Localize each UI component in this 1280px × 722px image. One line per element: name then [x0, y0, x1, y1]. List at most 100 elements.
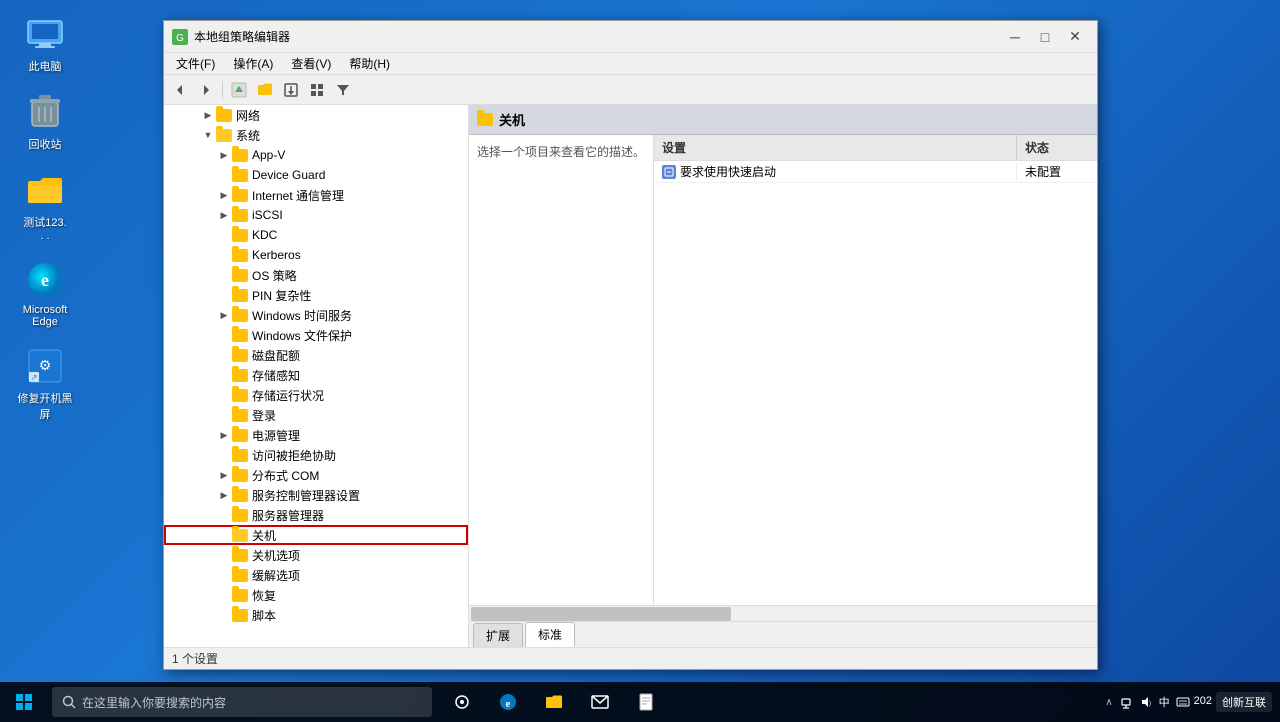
tab-expand[interactable]: 扩展 [473, 623, 523, 647]
edge-icon[interactable]: e MicrosoftEdge [10, 256, 80, 332]
tree-item-script[interactable]: 脚本 [164, 605, 468, 625]
expand-network[interactable]: ▶ [200, 107, 216, 123]
back-button[interactable] [168, 78, 192, 102]
tree-item-network[interactable]: ▶ 网络 [164, 105, 468, 125]
expand-windows-time[interactable]: ▶ [216, 307, 232, 323]
settings-panel: 设置 状态 [654, 135, 1097, 605]
settings-col-name[interactable]: 设置 [654, 135, 1017, 160]
search-bar[interactable]: 在这里输入你要搜索的内容 [52, 687, 432, 717]
watermark-text: 创新互联 [1222, 694, 1266, 710]
tree-label-internet-comm: Internet 通信管理 [252, 187, 344, 204]
tree-item-pin[interactable]: PIN 复杂性 [164, 285, 468, 305]
tree-item-system[interactable]: ▼ 系统 [164, 125, 468, 145]
filter-button[interactable] [331, 78, 355, 102]
up-button[interactable] [227, 78, 251, 102]
tree-item-distributed-com[interactable]: ▶ 分布式 COM [164, 465, 468, 485]
forward-button[interactable] [194, 78, 218, 102]
maximize-button[interactable]: □ [1031, 27, 1059, 47]
tree-item-iscsi[interactable]: ▶ iSCSI [164, 205, 468, 225]
tab-standard[interactable]: 标准 [525, 622, 575, 647]
toolbar [164, 75, 1097, 105]
tree-item-kdc[interactable]: KDC [164, 225, 468, 245]
menu-help[interactable]: 帮助(H) [341, 53, 398, 74]
tree-panel[interactable]: ▶ 网络 ▼ 系统 ▶ App-V Devi [164, 105, 469, 647]
taskbar-edge-btn[interactable]: e [486, 682, 530, 722]
tree-item-appv[interactable]: ▶ App-V [164, 145, 468, 165]
tree-label-mitigation: 缓解选项 [252, 567, 300, 584]
tree-item-kerberos[interactable]: Kerberos [164, 245, 468, 265]
expand-appv[interactable]: ▶ [216, 147, 232, 163]
expand-power[interactable]: ▶ [216, 427, 232, 443]
tree-label-windows-time: Windows 时间服务 [252, 307, 352, 324]
search-placeholder: 在这里输入你要搜索的内容 [82, 694, 226, 711]
folder-internet-comm-icon [232, 189, 248, 202]
menu-view[interactable]: 查看(V) [283, 53, 339, 74]
expand-internet-comm[interactable]: ▶ [216, 187, 232, 203]
bottom-tabs: 扩展 标准 [469, 621, 1097, 647]
tree-item-storage-sense[interactable]: 存储感知 [164, 365, 468, 385]
close-button[interactable]: ✕ [1061, 27, 1089, 47]
tree-item-power[interactable]: ▶ 电源管理 [164, 425, 468, 445]
tree-item-storage-run[interactable]: 存储运行状况 [164, 385, 468, 405]
folder-storage-run-icon [232, 389, 248, 402]
export-button[interactable] [279, 78, 303, 102]
tree-label-iscsi: iSCSI [252, 208, 283, 222]
shortcut-icon[interactable]: ⚙ ↗ 修复开机黑屏 [10, 342, 80, 426]
desktop-icons: 此电脑 回收站 测试123.. [10, 10, 80, 426]
sys-tray-up-arrow[interactable]: ∧ [1105, 697, 1112, 708]
test-folder-icon[interactable]: 测试123.. . [10, 166, 80, 246]
tree-item-internet-comm[interactable]: ▶ Internet 通信管理 [164, 185, 468, 205]
this-pc-label: 此电脑 [29, 58, 62, 74]
taskbar-multiview-btn[interactable] [440, 682, 484, 722]
folder-kdc-icon [232, 229, 248, 242]
tree-item-disk[interactable]: 磁盘配额 [164, 345, 468, 365]
folder-mitigation-icon [232, 569, 248, 582]
tree-item-windows-file[interactable]: Windows 文件保护 [164, 325, 468, 345]
taskbar-time: 202 [1194, 694, 1212, 709]
taskbar-folder-btn[interactable] [532, 682, 576, 722]
title-bar: G 本地组策略编辑器 ─ □ ✕ [164, 21, 1097, 53]
tree-item-shutdown-opts[interactable]: 关机选项 [164, 545, 468, 565]
start-button[interactable] [0, 682, 48, 722]
settings-list: 要求使用快速启动 未配置 [654, 161, 1097, 605]
minimize-button[interactable]: ─ [1001, 27, 1029, 47]
menu-file[interactable]: 文件(F) [168, 53, 223, 74]
h-scrollbar[interactable] [469, 605, 1097, 621]
window-icon: G [172, 29, 188, 45]
tree-item-os-policy[interactable]: OS 策略 [164, 265, 468, 285]
description-text: 选择一个项目来查看它的描述。 [477, 145, 645, 159]
recycle-bin-icon[interactable]: 回收站 [10, 88, 80, 156]
folder-button[interactable] [253, 78, 277, 102]
tree-item-service-mgr[interactable]: 服务器管理器 [164, 505, 468, 525]
tree-item-recovery[interactable]: 恢复 [164, 585, 468, 605]
view-button[interactable] [305, 78, 329, 102]
expand-service-ctrl[interactable]: ▶ [216, 487, 232, 503]
menu-action[interactable]: 操作(A) [225, 53, 281, 74]
expand-iscsi[interactable]: ▶ [216, 207, 232, 223]
taskbar-mail-btn[interactable] [578, 682, 622, 722]
tree-item-login[interactable]: 登录 [164, 405, 468, 425]
tree-item-service-ctrl[interactable]: ▶ 服务控制管理器设置 [164, 485, 468, 505]
tree-item-windows-time[interactable]: ▶ Windows 时间服务 [164, 305, 468, 325]
expand-distributed-com[interactable]: ▶ [216, 467, 232, 483]
folder-service-ctrl-icon [232, 489, 248, 502]
settings-col-state[interactable]: 状态 [1017, 135, 1097, 160]
tree-item-device-guard[interactable]: Device Guard [164, 165, 468, 185]
expand-system[interactable]: ▼ [200, 127, 216, 143]
this-pc-icon[interactable]: 此电脑 [10, 10, 80, 78]
tree-item-shutdown[interactable]: 关机 [164, 525, 468, 545]
tree-item-access-denied[interactable]: 访问被拒绝协助 [164, 445, 468, 465]
settings-header: 设置 状态 [654, 135, 1097, 161]
folder-network-icon [216, 109, 232, 122]
tree-label-login: 登录 [252, 407, 276, 424]
tree-label-disk: 磁盘配额 [252, 347, 300, 364]
settings-row-0[interactable]: 要求使用快速启动 未配置 [654, 161, 1097, 183]
folder-kerberos-icon [232, 249, 248, 262]
tree-item-mitigation[interactable]: 缓解选项 [164, 565, 468, 585]
svg-text:e: e [41, 270, 49, 290]
taskbar-notepad-btn[interactable] [624, 682, 668, 722]
h-scrollbar-thumb[interactable] [471, 607, 731, 621]
right-panel: 关机 选择一个项目来查看它的描述。 设置 状态 [469, 105, 1097, 647]
tree-label-power: 电源管理 [252, 427, 300, 444]
tree-label-service-mgr: 服务器管理器 [252, 507, 324, 524]
